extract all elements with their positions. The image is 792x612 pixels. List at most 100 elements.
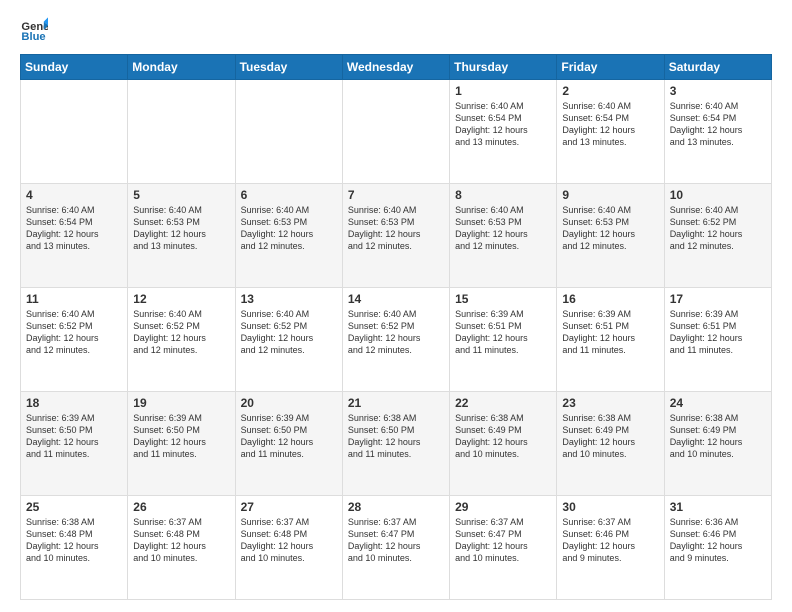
day-info: Sunrise: 6:40 AM Sunset: 6:54 PM Dayligh… (26, 204, 122, 253)
day-number: 28 (348, 500, 444, 514)
logo-icon: General Blue (20, 16, 48, 44)
calendar-cell: 9Sunrise: 6:40 AM Sunset: 6:53 PM Daylig… (557, 184, 664, 288)
calendar-cell: 20 Sunrise: 6:39 AM Sunset: 6:50 PM Dayli… (235, 392, 342, 496)
calendar-cell (128, 80, 235, 184)
day-number: 8 (455, 188, 551, 202)
calendar-cell: 14 Sunrise: 6:40 AM Sunset: 6:52 PM Dayli… (342, 288, 449, 392)
day-info: Sunrise: 6:40 AM Sunset: 6:52 PM Dayligh… (348, 308, 444, 357)
day-info: Sunrise: 6:38 AM Sunset: 6:50 PM Dayligh… (348, 412, 444, 461)
day-number: 18 (26, 396, 122, 410)
day-info: Sunrise: 6:40 AM Sunset: 6:53 PM Dayligh… (562, 204, 658, 253)
calendar-cell: 3Sunrise: 6:40 AM Sunset: 6:54 PM Daylig… (664, 80, 771, 184)
day-number: 25 (26, 500, 122, 514)
day-info: Sunrise: 6:37 AM Sunset: 6:48 PM Dayligh… (133, 516, 229, 565)
calendar-cell: 8 Sunrise: 6:40 AM Sunset: 6:53 PM Daylig… (450, 184, 557, 288)
day-info: Sunrise: 6:39 AM Sunset: 6:50 PM Dayligh… (26, 412, 122, 461)
calendar-cell: 24 Sunrise: 6:38 AM Sunset: 6:49 PM Dayli… (664, 392, 771, 496)
calendar-table: SundayMondayTuesdayWednesdayThursdayFrid… (20, 54, 772, 600)
svg-text:Blue: Blue (21, 31, 45, 43)
day-number: 14 (348, 292, 444, 306)
day-number: 20 (241, 396, 337, 410)
calendar-cell: 17Sunrise: 6:39 AM Sunset: 6:51 PM Dayli… (664, 288, 771, 392)
calendar-cell: 25Sunrise: 6:38 AM Sunset: 6:48 PM Dayli… (21, 496, 128, 600)
day-number: 24 (670, 396, 766, 410)
week-row-4: 18 Sunrise: 6:39 AM Sunset: 6:50 PM Dayli… (21, 392, 772, 496)
day-info: Sunrise: 6:40 AM Sunset: 6:52 PM Dayligh… (133, 308, 229, 357)
calendar-cell: 27 Sunrise: 6:37 AM Sunset: 6:48 PM Dayli… (235, 496, 342, 600)
calendar-cell: 2 Sunrise: 6:40 AM Sunset: 6:54 PM Daylig… (557, 80, 664, 184)
calendar-cell (21, 80, 128, 184)
day-info: Sunrise: 6:37 AM Sunset: 6:46 PM Dayligh… (562, 516, 658, 565)
day-number: 19 (133, 396, 229, 410)
logo: General Blue (20, 16, 52, 44)
calendar-cell: 28 Sunrise: 6:37 AM Sunset: 6:47 PM Dayli… (342, 496, 449, 600)
day-number: 23 (562, 396, 658, 410)
day-header-thursday: Thursday (450, 55, 557, 80)
day-header-saturday: Saturday (664, 55, 771, 80)
day-info: Sunrise: 6:37 AM Sunset: 6:47 PM Dayligh… (455, 516, 551, 565)
calendar-cell: 19Sunrise: 6:39 AM Sunset: 6:50 PM Dayli… (128, 392, 235, 496)
day-number: 11 (26, 292, 122, 306)
day-info: Sunrise: 6:40 AM Sunset: 6:52 PM Dayligh… (670, 204, 766, 253)
calendar-cell: 29 Sunrise: 6:37 AM Sunset: 6:47 PM Dayli… (450, 496, 557, 600)
calendar-cell: 6 Sunrise: 6:40 AM Sunset: 6:53 PM Daylig… (235, 184, 342, 288)
header: General Blue (20, 16, 772, 44)
week-row-2: 4 Sunrise: 6:40 AM Sunset: 6:54 PM Daylig… (21, 184, 772, 288)
day-number: 16 (562, 292, 658, 306)
calendar-header-row: SundayMondayTuesdayWednesdayThursdayFrid… (21, 55, 772, 80)
calendar-cell: 23 Sunrise: 6:38 AM Sunset: 6:49 PM Dayli… (557, 392, 664, 496)
day-number: 29 (455, 500, 551, 514)
day-info: Sunrise: 6:39 AM Sunset: 6:50 PM Dayligh… (241, 412, 337, 461)
week-row-3: 11 Sunrise: 6:40 AM Sunset: 6:52 PM Dayli… (21, 288, 772, 392)
day-number: 7 (348, 188, 444, 202)
day-info: Sunrise: 6:40 AM Sunset: 6:52 PM Dayligh… (241, 308, 337, 357)
calendar-cell: 16 Sunrise: 6:39 AM Sunset: 6:51 PM Dayli… (557, 288, 664, 392)
calendar-cell: 11Sunrise: 6:40 AM Sunset: 6:52 PM Dayli… (21, 288, 128, 392)
day-info: Sunrise: 6:40 AM Sunset: 6:53 PM Dayligh… (241, 204, 337, 253)
day-info: Sunrise: 6:40 AM Sunset: 6:53 PM Dayligh… (455, 204, 551, 253)
calendar-cell: 5 Sunrise: 6:40 AM Sunset: 6:53 PM Daylig… (128, 184, 235, 288)
day-number: 2 (562, 84, 658, 98)
day-number: 12 (133, 292, 229, 306)
calendar-cell: 18 Sunrise: 6:39 AM Sunset: 6:50 PM Dayli… (21, 392, 128, 496)
calendar-cell (342, 80, 449, 184)
day-header-wednesday: Wednesday (342, 55, 449, 80)
day-info: Sunrise: 6:39 AM Sunset: 6:51 PM Dayligh… (455, 308, 551, 357)
day-number: 22 (455, 396, 551, 410)
calendar-cell: 1Sunrise: 6:40 AM Sunset: 6:54 PM Daylig… (450, 80, 557, 184)
calendar-cell: 13 Sunrise: 6:40 AM Sunset: 6:52 PM Dayli… (235, 288, 342, 392)
day-number: 13 (241, 292, 337, 306)
day-info: Sunrise: 6:40 AM Sunset: 6:54 PM Dayligh… (455, 100, 551, 149)
calendar-cell (235, 80, 342, 184)
calendar-cell: 15 Sunrise: 6:39 AM Sunset: 6:51 PM Dayli… (450, 288, 557, 392)
day-info: Sunrise: 6:40 AM Sunset: 6:53 PM Dayligh… (133, 204, 229, 253)
calendar-cell: 12 Sunrise: 6:40 AM Sunset: 6:52 PM Dayli… (128, 288, 235, 392)
calendar-cell: 30Sunrise: 6:37 AM Sunset: 6:46 PM Dayli… (557, 496, 664, 600)
day-info: Sunrise: 6:38 AM Sunset: 6:49 PM Dayligh… (455, 412, 551, 461)
day-header-friday: Friday (557, 55, 664, 80)
calendar-cell: 31Sunrise: 6:36 AM Sunset: 6:46 PM Dayli… (664, 496, 771, 600)
page: General Blue SundayMondayTuesdayWednesda… (0, 0, 792, 612)
day-number: 5 (133, 188, 229, 202)
calendar-cell: 10Sunrise: 6:40 AM Sunset: 6:52 PM Dayli… (664, 184, 771, 288)
day-number: 4 (26, 188, 122, 202)
day-info: Sunrise: 6:37 AM Sunset: 6:47 PM Dayligh… (348, 516, 444, 565)
day-info: Sunrise: 6:38 AM Sunset: 6:49 PM Dayligh… (562, 412, 658, 461)
day-number: 21 (348, 396, 444, 410)
day-info: Sunrise: 6:40 AM Sunset: 6:53 PM Dayligh… (348, 204, 444, 253)
day-number: 15 (455, 292, 551, 306)
day-number: 6 (241, 188, 337, 202)
day-number: 27 (241, 500, 337, 514)
calendar-cell: 21 Sunrise: 6:38 AM Sunset: 6:50 PM Dayli… (342, 392, 449, 496)
day-info: Sunrise: 6:37 AM Sunset: 6:48 PM Dayligh… (241, 516, 337, 565)
day-number: 3 (670, 84, 766, 98)
calendar-cell: 4 Sunrise: 6:40 AM Sunset: 6:54 PM Daylig… (21, 184, 128, 288)
day-info: Sunrise: 6:40 AM Sunset: 6:54 PM Dayligh… (562, 100, 658, 149)
day-header-monday: Monday (128, 55, 235, 80)
calendar-cell: 26Sunrise: 6:37 AM Sunset: 6:48 PM Dayli… (128, 496, 235, 600)
week-row-1: 1Sunrise: 6:40 AM Sunset: 6:54 PM Daylig… (21, 80, 772, 184)
day-number: 17 (670, 292, 766, 306)
day-info: Sunrise: 6:38 AM Sunset: 6:49 PM Dayligh… (670, 412, 766, 461)
calendar-cell: 22 Sunrise: 6:38 AM Sunset: 6:49 PM Dayli… (450, 392, 557, 496)
day-info: Sunrise: 6:39 AM Sunset: 6:51 PM Dayligh… (562, 308, 658, 357)
